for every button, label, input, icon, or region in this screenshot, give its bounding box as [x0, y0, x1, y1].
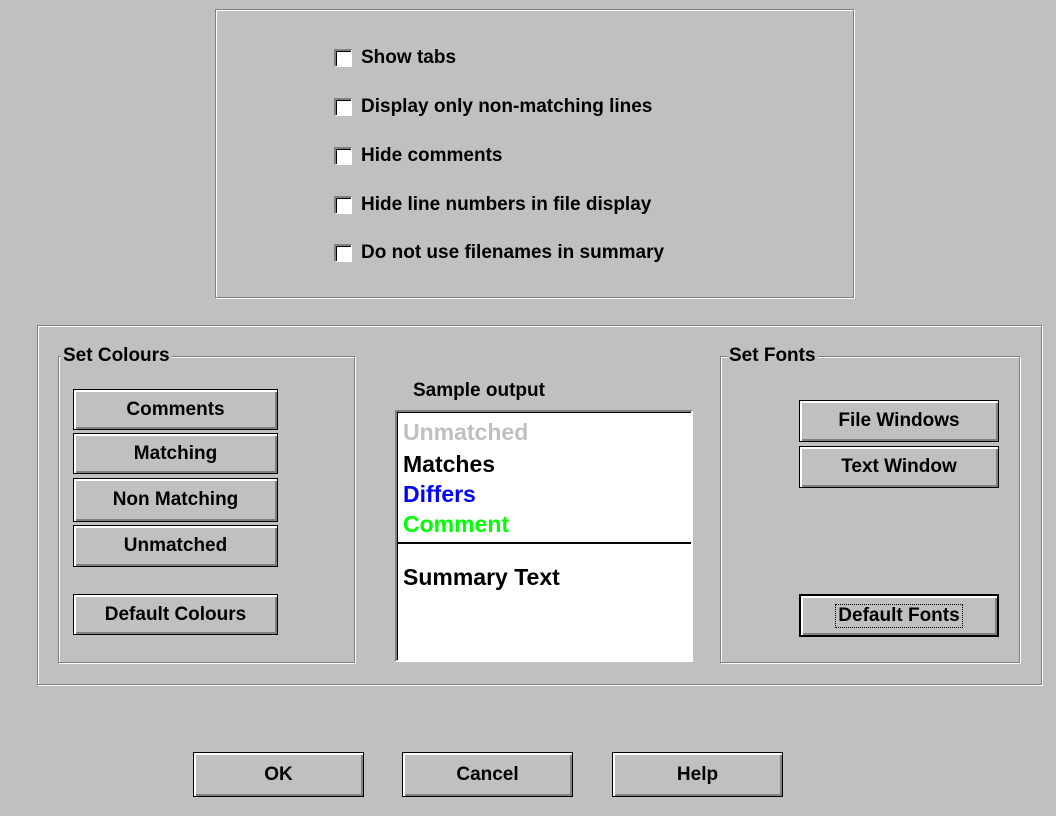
sample-summary-text: Summary Text: [403, 564, 560, 590]
button-label: Non Matching: [112, 489, 239, 510]
show-tabs-checkbox[interactable]: Show tabs: [334, 46, 456, 70]
sample-unmatched-text: Unmatched: [403, 419, 529, 445]
button-label: Text Window: [841, 456, 957, 477]
comments-colour-button[interactable]: Comments: [73, 389, 278, 430]
no-filenames-in-summary-checkbox[interactable]: Do not use filenames in summary: [334, 241, 664, 265]
default-colours-button[interactable]: Default Colours: [73, 594, 278, 635]
button-label: Cancel: [456, 763, 519, 785]
button-label: Comments: [126, 398, 225, 420]
sample-output-title: Sample output: [413, 380, 545, 401]
default-fonts-button[interactable]: Default Fonts: [799, 594, 999, 637]
checkbox-box[interactable]: [334, 147, 352, 165]
checkbox-box[interactable]: [334, 196, 352, 214]
set-fonts-title: Set Fonts: [727, 345, 818, 366]
help-button[interactable]: Help: [612, 752, 783, 797]
button-label: Help: [676, 763, 719, 785]
cancel-button[interactable]: Cancel: [402, 752, 573, 797]
button-label: File Windows: [838, 410, 960, 431]
button-label: Unmatched: [123, 535, 228, 556]
checkbox-label: Hide line numbers in file display: [361, 194, 652, 215]
display-only-non-matching-checkbox[interactable]: Display only non-matching lines: [334, 95, 652, 119]
set-colours-title: Set Colours: [61, 345, 172, 366]
hide-comments-checkbox[interactable]: Hide comments: [334, 144, 502, 168]
button-label: OK: [264, 763, 293, 785]
button-label: Matching: [133, 442, 218, 464]
ok-button[interactable]: OK: [193, 752, 364, 797]
checkbox-label: Do not use filenames in summary: [361, 242, 665, 263]
hide-line-numbers-checkbox[interactable]: Hide line numbers in file display: [334, 193, 651, 217]
text-window-font-button[interactable]: Text Window: [799, 446, 999, 488]
sample-differs-text: Differs: [403, 481, 476, 507]
checkbox-label: Hide comments: [361, 145, 503, 166]
options-group: Show tabs Display only non-matching line…: [215, 9, 854, 298]
checkbox-box[interactable]: [334, 244, 352, 262]
checkbox-box[interactable]: [334, 98, 352, 116]
button-label: Default Colours: [104, 603, 247, 625]
button-label: Default Fonts: [835, 603, 963, 628]
checkbox-label: Display only non-matching lines: [361, 96, 653, 117]
checkbox-label: Show tabs: [361, 47, 457, 68]
sample-matches-text: Matches: [403, 451, 496, 477]
non-matching-colour-button[interactable]: Non Matching: [73, 478, 278, 522]
sample-output-box: Unmatched Matches Differs Comment Summar…: [395, 410, 693, 662]
matching-colour-button[interactable]: Matching: [73, 433, 278, 474]
sample-comment-text: Comment: [403, 511, 510, 537]
file-windows-font-button[interactable]: File Windows: [799, 400, 999, 442]
sample-divider: [397, 542, 691, 544]
checkbox-box[interactable]: [334, 49, 352, 67]
unmatched-colour-button[interactable]: Unmatched: [73, 525, 278, 567]
